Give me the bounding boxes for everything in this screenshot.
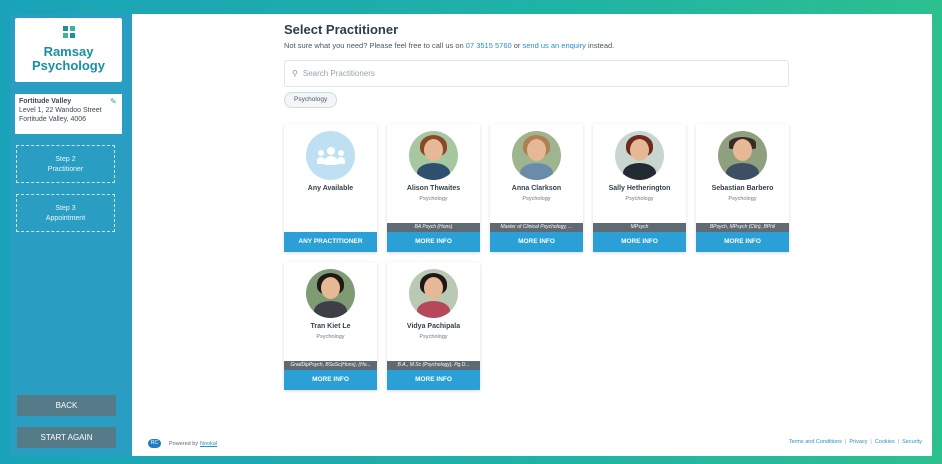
any-practitioner-card[interactable]: Any Available ANY PRACTITIONER	[284, 124, 377, 252]
practitioner-name: Vidya Pachipala	[406, 323, 461, 330]
practitioner-name: Sebastian Barbero	[711, 185, 774, 192]
help-text-pre: Not sure what you need? Please feel free…	[284, 41, 466, 50]
powered-by-text: Powered by	[169, 440, 199, 447]
logo-line-2: Psychology	[32, 58, 105, 73]
back-button[interactable]: BACK	[17, 395, 116, 416]
practitioner-card[interactable]: Vidya Pachipala Psychology B.A., M.Sc (P…	[387, 262, 480, 390]
practitioner-qualifications: BPsych, MPsych (Clin), BPhil	[696, 223, 789, 232]
location-address-line-2: Fortitude Valley, 4006	[19, 116, 87, 123]
filter-chip-psychology[interactable]: Psychology	[284, 92, 338, 108]
divider: |	[897, 439, 900, 445]
logo-mark-icon	[62, 26, 75, 38]
practitioner-role: Psychology	[728, 196, 757, 202]
app-frame: Ramsay Psychology Fortitude Valley Level…	[10, 14, 932, 456]
powered-by: RC Powered by Nookal	[148, 439, 217, 448]
practitioner-role: Psychology	[625, 196, 654, 202]
practitioner-name: Tran Kiet Le	[310, 323, 351, 330]
more-info-button[interactable]: MORE INFO	[696, 232, 789, 252]
practitioner-photo	[615, 131, 664, 180]
more-info-button[interactable]: MORE INFO	[490, 232, 583, 252]
search-input[interactable]: ⚲ Search Practitioners	[284, 60, 789, 87]
practitioner-photo	[306, 269, 355, 318]
any-practitioner-button[interactable]: ANY PRACTITIONER	[284, 232, 377, 252]
practitioner-photo	[409, 269, 458, 318]
ramsay-logo[interactable]: Ramsay Psychology	[15, 18, 122, 82]
terms-link[interactable]: Terms and Conditions	[789, 439, 842, 445]
practitioner-role: Psychology	[316, 334, 345, 340]
help-text-post: instead.	[585, 41, 615, 50]
start-again-button[interactable]: START AGAIN	[17, 427, 116, 448]
security-link[interactable]: Security	[902, 439, 922, 445]
practitioner-role: Psychology	[522, 196, 551, 202]
step-practitioner: Step 2 Practitioner	[16, 145, 115, 183]
practitioner-qualifications: GradDipPsych, BSoSc(Hons), (Ho...	[284, 361, 377, 370]
practitioner-photo	[409, 131, 458, 180]
privacy-link[interactable]: Privacy	[849, 439, 867, 445]
location-address-line-1: Level 1, 22 Wandoo Street	[19, 107, 102, 114]
practitioner-name: Anna Clarkson	[511, 185, 562, 192]
practitioner-photo	[512, 131, 561, 180]
search-icon: ⚲	[292, 69, 298, 78]
practitioner-photo	[718, 131, 767, 180]
more-info-button[interactable]: MORE INFO	[593, 232, 686, 252]
main-content: Select Practitioner Not sure what you ne…	[132, 14, 932, 456]
nookal-logo-icon: RC	[148, 439, 161, 448]
help-text: Not sure what you need? Please feel free…	[284, 41, 614, 50]
logo-line-1: Ramsay	[43, 44, 94, 59]
phone-link[interactable]: 07 3515 5760	[466, 41, 512, 50]
step-appointment: Step 3 Appointment	[16, 194, 115, 232]
more-info-button[interactable]: MORE INFO	[284, 370, 377, 390]
divider: |	[844, 439, 847, 445]
search-placeholder: Search Practitioners	[302, 69, 375, 78]
practitioner-qualifications: B.A., M.Sc (Psychology), Pg.D...	[387, 361, 480, 370]
more-info-button[interactable]: MORE INFO	[387, 370, 480, 390]
practitioner-card[interactable]: Sebastian Barbero Psychology BPsych, MPs…	[696, 124, 789, 252]
practitioner-card[interactable]: Alison Thwaites Psychology BA Psych (Hon…	[387, 124, 480, 252]
step-label: Practitioner	[47, 166, 84, 173]
nookal-link[interactable]: Nookal	[200, 441, 217, 447]
practitioner-qualifications: Master of Clinical Psychology, ...	[490, 223, 583, 232]
group-avatar	[306, 131, 355, 180]
cookies-link[interactable]: Cookies	[875, 439, 895, 445]
divider: |	[870, 439, 872, 445]
sidebar: Ramsay Psychology Fortitude Valley Level…	[10, 14, 132, 456]
step-number: Step 2	[55, 156, 76, 163]
footer-links: Terms and Conditions | Privacy | Cookies | Sec…	[789, 439, 922, 445]
card-name: Any Available	[307, 185, 354, 192]
help-text-mid: or	[511, 41, 523, 50]
practitioner-role: Psychology	[419, 334, 448, 340]
location-card[interactable]: Fortitude Valley Level 1, 22 Wandoo Stre…	[15, 94, 122, 134]
practitioner-card[interactable]: Sally Hetherington Psychology MPsych MOR…	[593, 124, 686, 252]
practitioner-name: Alison Thwaites	[406, 185, 461, 192]
enquiry-link[interactable]: send us an enquiry	[523, 41, 586, 50]
location-name: Fortitude Valley	[19, 98, 72, 105]
step-label: Appointment	[45, 215, 86, 222]
practitioner-card[interactable]: Anna Clarkson Psychology Master of Clini…	[490, 124, 583, 252]
practitioner-qualifications: BA Psych (Hons)	[387, 223, 480, 232]
step-number: Step 3	[55, 205, 76, 212]
practitioner-name: Sally Hetherington	[608, 185, 671, 192]
pencil-edit-icon[interactable]: ✎	[110, 97, 118, 106]
practitioner-qualifications: MPsych	[593, 223, 686, 232]
practitioner-role: Psychology	[419, 196, 448, 202]
more-info-button[interactable]: MORE INFO	[387, 232, 480, 252]
practitioner-card[interactable]: Tran Kiet Le Psychology GradDipPsych, BS…	[284, 262, 377, 390]
group-icon	[316, 146, 345, 165]
page-title: Select Practitioner	[284, 22, 399, 37]
